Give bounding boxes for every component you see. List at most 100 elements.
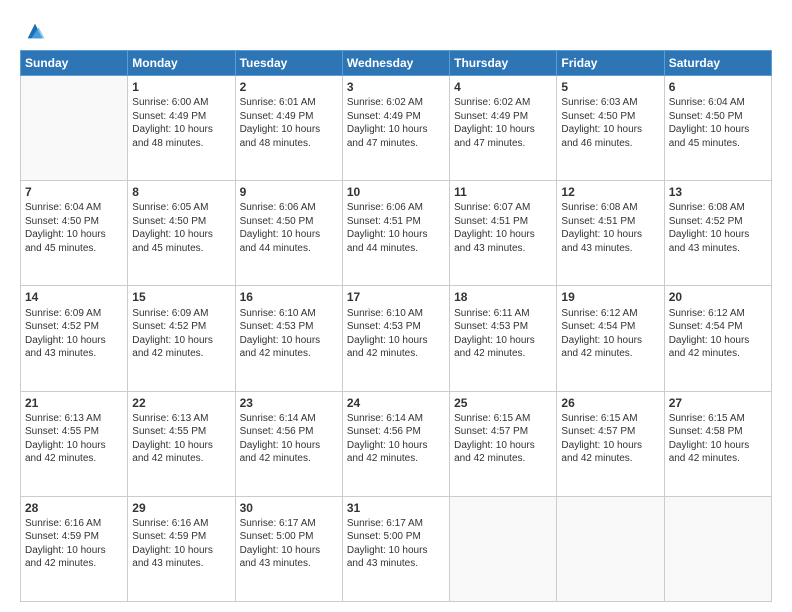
day-detail: Sunrise: 6:17 AMSunset: 5:00 PMDaylight:… bbox=[240, 517, 338, 571]
calendar-cell: 26Sunrise: 6:15 AMSunset: 4:57 PMDayligh… bbox=[557, 391, 664, 496]
day-number: 10 bbox=[347, 184, 445, 200]
day-number: 4 bbox=[454, 79, 552, 95]
day-detail: Sunrise: 6:13 AMSunset: 4:55 PMDaylight:… bbox=[25, 412, 123, 466]
day-detail: Sunrise: 6:09 AMSunset: 4:52 PMDaylight:… bbox=[25, 307, 123, 361]
page: SundayMondayTuesdayWednesdayThursdayFrid… bbox=[0, 0, 792, 612]
day-number: 28 bbox=[25, 500, 123, 516]
weekday-header-saturday: Saturday bbox=[664, 51, 771, 76]
calendar-cell: 24Sunrise: 6:14 AMSunset: 4:56 PMDayligh… bbox=[342, 391, 449, 496]
day-number: 30 bbox=[240, 500, 338, 516]
day-number: 19 bbox=[561, 289, 659, 305]
day-number: 25 bbox=[454, 395, 552, 411]
day-detail: Sunrise: 6:14 AMSunset: 4:56 PMDaylight:… bbox=[347, 412, 445, 466]
day-detail: Sunrise: 6:14 AMSunset: 4:56 PMDaylight:… bbox=[240, 412, 338, 466]
day-detail: Sunrise: 6:17 AMSunset: 5:00 PMDaylight:… bbox=[347, 517, 445, 571]
day-number: 5 bbox=[561, 79, 659, 95]
calendar-cell: 22Sunrise: 6:13 AMSunset: 4:55 PMDayligh… bbox=[128, 391, 235, 496]
weekday-header-tuesday: Tuesday bbox=[235, 51, 342, 76]
calendar-cell: 3Sunrise: 6:02 AMSunset: 4:49 PMDaylight… bbox=[342, 76, 449, 181]
day-detail: Sunrise: 6:11 AMSunset: 4:53 PMDaylight:… bbox=[454, 307, 552, 361]
logo bbox=[20, 20, 46, 42]
day-number: 18 bbox=[454, 289, 552, 305]
calendar-cell: 19 Sunrise: 6:12 AMSunset: 4:54 PMDayligh… bbox=[557, 286, 664, 391]
day-number: 17 bbox=[347, 289, 445, 305]
day-number: 6 bbox=[669, 79, 767, 95]
day-number: 1 bbox=[132, 79, 230, 95]
calendar-cell: 21Sunrise: 6:13 AMSunset: 4:55 PMDayligh… bbox=[21, 391, 128, 496]
week-row-3: 14 Sunrise: 6:09 AMSunset: 4:52 PMDayligh… bbox=[21, 286, 772, 391]
day-detail: Sunrise: 6:02 AMSunset: 4:49 PMDaylight:… bbox=[454, 96, 552, 150]
day-detail: Sunrise: 6:01 AMSunset: 4:49 PMDaylight:… bbox=[240, 96, 338, 150]
day-number: 2 bbox=[240, 79, 338, 95]
calendar-cell: 7Sunrise: 6:04 AMSunset: 4:50 PMDaylight… bbox=[21, 181, 128, 286]
day-number: 24 bbox=[347, 395, 445, 411]
day-detail: Sunrise: 6:10 AMSunset: 4:53 PMDaylight:… bbox=[240, 307, 338, 361]
calendar-cell bbox=[664, 496, 771, 601]
day-number: 22 bbox=[132, 395, 230, 411]
day-detail: Sunrise: 6:07 AMSunset: 4:51 PMDaylight:… bbox=[454, 201, 552, 255]
week-row-4: 21Sunrise: 6:13 AMSunset: 4:55 PMDayligh… bbox=[21, 391, 772, 496]
day-number: 13 bbox=[669, 184, 767, 200]
day-detail: Sunrise: 6:04 AMSunset: 4:50 PMDaylight:… bbox=[25, 201, 123, 255]
day-number: 21 bbox=[25, 395, 123, 411]
weekday-header-row: SundayMondayTuesdayWednesdayThursdayFrid… bbox=[21, 51, 772, 76]
calendar-cell: 10Sunrise: 6:06 AMSunset: 4:51 PMDayligh… bbox=[342, 181, 449, 286]
calendar-cell bbox=[21, 76, 128, 181]
calendar-cell: 8Sunrise: 6:05 AMSunset: 4:50 PMDaylight… bbox=[128, 181, 235, 286]
day-number: 3 bbox=[347, 79, 445, 95]
calendar-cell: 18 Sunrise: 6:11 AMSunset: 4:53 PMDayligh… bbox=[450, 286, 557, 391]
day-number: 27 bbox=[669, 395, 767, 411]
logo-icon bbox=[24, 20, 46, 42]
calendar-cell: 25Sunrise: 6:15 AMSunset: 4:57 PMDayligh… bbox=[450, 391, 557, 496]
calendar-cell: 5Sunrise: 6:03 AMSunset: 4:50 PMDaylight… bbox=[557, 76, 664, 181]
day-detail: Sunrise: 6:12 AMSunset: 4:54 PMDaylight:… bbox=[561, 307, 659, 361]
weekday-header-sunday: Sunday bbox=[21, 51, 128, 76]
day-detail: Sunrise: 6:08 AMSunset: 4:51 PMDaylight:… bbox=[561, 201, 659, 255]
day-detail: Sunrise: 6:15 AMSunset: 4:58 PMDaylight:… bbox=[669, 412, 767, 466]
calendar-cell: 30Sunrise: 6:17 AMSunset: 5:00 PMDayligh… bbox=[235, 496, 342, 601]
calendar-cell: 23Sunrise: 6:14 AMSunset: 4:56 PMDayligh… bbox=[235, 391, 342, 496]
calendar-cell: 13Sunrise: 6:08 AMSunset: 4:52 PMDayligh… bbox=[664, 181, 771, 286]
week-row-1: 1Sunrise: 6:00 AMSunset: 4:49 PMDaylight… bbox=[21, 76, 772, 181]
day-detail: Sunrise: 6:05 AMSunset: 4:50 PMDaylight:… bbox=[132, 201, 230, 255]
week-row-2: 7Sunrise: 6:04 AMSunset: 4:50 PMDaylight… bbox=[21, 181, 772, 286]
calendar-cell: 28Sunrise: 6:16 AMSunset: 4:59 PMDayligh… bbox=[21, 496, 128, 601]
day-number: 15 bbox=[132, 289, 230, 305]
calendar-table: SundayMondayTuesdayWednesdayThursdayFrid… bbox=[20, 50, 772, 602]
day-number: 26 bbox=[561, 395, 659, 411]
day-number: 14 bbox=[25, 289, 123, 305]
day-number: 23 bbox=[240, 395, 338, 411]
calendar-cell: 16 Sunrise: 6:10 AMSunset: 4:53 PMDayligh… bbox=[235, 286, 342, 391]
header bbox=[20, 16, 772, 42]
calendar-cell: 9Sunrise: 6:06 AMSunset: 4:50 PMDaylight… bbox=[235, 181, 342, 286]
day-number: 9 bbox=[240, 184, 338, 200]
calendar-cell: 29Sunrise: 6:16 AMSunset: 4:59 PMDayligh… bbox=[128, 496, 235, 601]
day-detail: Sunrise: 6:16 AMSunset: 4:59 PMDaylight:… bbox=[25, 517, 123, 571]
calendar-cell: 14 Sunrise: 6:09 AMSunset: 4:52 PMDayligh… bbox=[21, 286, 128, 391]
week-row-5: 28Sunrise: 6:16 AMSunset: 4:59 PMDayligh… bbox=[21, 496, 772, 601]
day-number: 29 bbox=[132, 500, 230, 516]
day-number: 11 bbox=[454, 184, 552, 200]
weekday-header-friday: Friday bbox=[557, 51, 664, 76]
day-detail: Sunrise: 6:06 AMSunset: 4:51 PMDaylight:… bbox=[347, 201, 445, 255]
day-number: 12 bbox=[561, 184, 659, 200]
weekday-header-wednesday: Wednesday bbox=[342, 51, 449, 76]
day-detail: Sunrise: 6:08 AMSunset: 4:52 PMDaylight:… bbox=[669, 201, 767, 255]
calendar-cell: 2Sunrise: 6:01 AMSunset: 4:49 PMDaylight… bbox=[235, 76, 342, 181]
day-detail: Sunrise: 6:10 AMSunset: 4:53 PMDaylight:… bbox=[347, 307, 445, 361]
day-detail: Sunrise: 6:02 AMSunset: 4:49 PMDaylight:… bbox=[347, 96, 445, 150]
day-number: 7 bbox=[25, 184, 123, 200]
day-number: 16 bbox=[240, 289, 338, 305]
day-detail: Sunrise: 6:13 AMSunset: 4:55 PMDaylight:… bbox=[132, 412, 230, 466]
calendar-cell: 12Sunrise: 6:08 AMSunset: 4:51 PMDayligh… bbox=[557, 181, 664, 286]
calendar-cell: 11Sunrise: 6:07 AMSunset: 4:51 PMDayligh… bbox=[450, 181, 557, 286]
calendar-cell bbox=[557, 496, 664, 601]
calendar-cell: 31Sunrise: 6:17 AMSunset: 5:00 PMDayligh… bbox=[342, 496, 449, 601]
calendar-cell: 1Sunrise: 6:00 AMSunset: 4:49 PMDaylight… bbox=[128, 76, 235, 181]
day-detail: Sunrise: 6:16 AMSunset: 4:59 PMDaylight:… bbox=[132, 517, 230, 571]
day-detail: Sunrise: 6:06 AMSunset: 4:50 PMDaylight:… bbox=[240, 201, 338, 255]
day-detail: Sunrise: 6:04 AMSunset: 4:50 PMDaylight:… bbox=[669, 96, 767, 150]
calendar-cell bbox=[450, 496, 557, 601]
day-number: 20 bbox=[669, 289, 767, 305]
day-detail: Sunrise: 6:03 AMSunset: 4:50 PMDaylight:… bbox=[561, 96, 659, 150]
